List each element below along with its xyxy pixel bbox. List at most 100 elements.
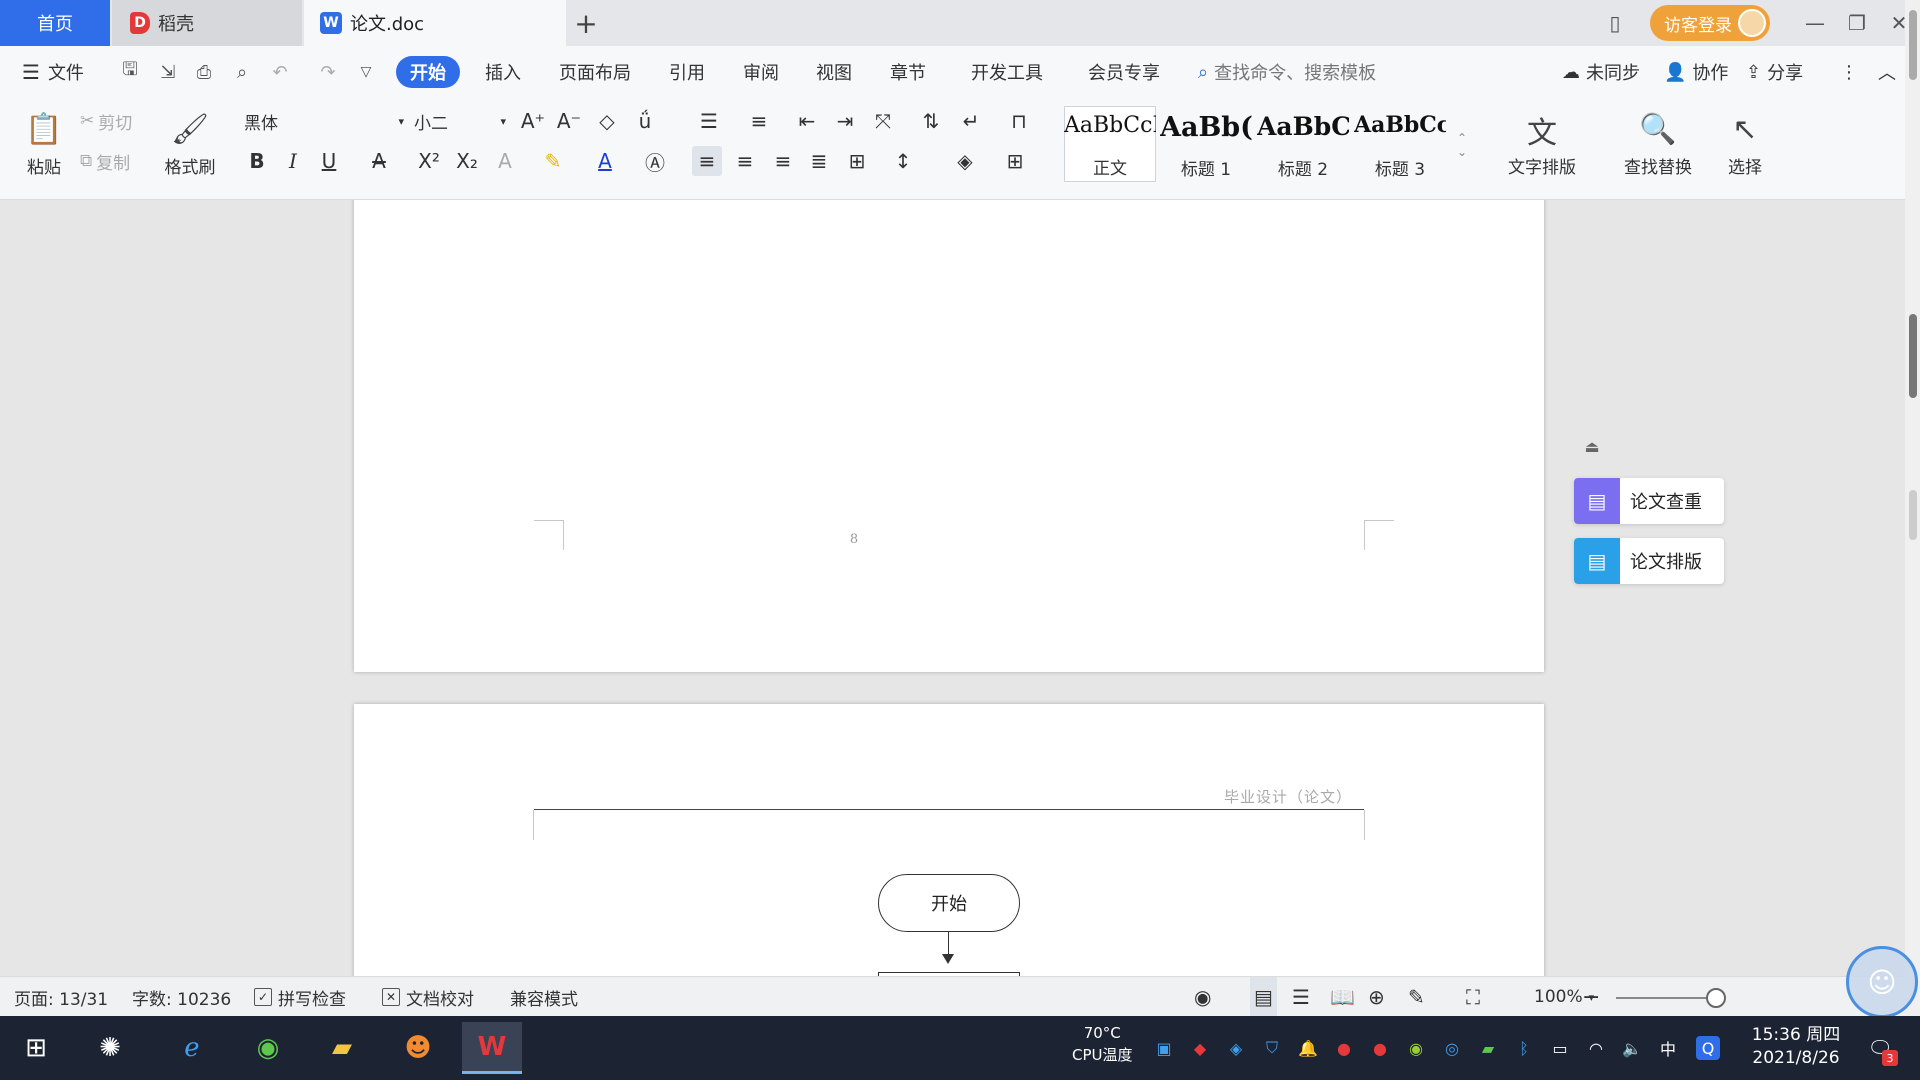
strikethrough-icon[interactable]: A <box>364 146 394 176</box>
tray-app-icon[interactable]: ▣ <box>1152 1036 1176 1060</box>
underline-icon[interactable]: U <box>314 146 344 176</box>
redo-icon[interactable]: ↷ <box>314 58 342 86</box>
bell-icon[interactable]: 🔔 <box>1296 1036 1320 1060</box>
align-right-icon[interactable]: ≡ <box>768 146 798 176</box>
outline-view-icon[interactable]: ☰ <box>1292 977 1310 1017</box>
nvidia-icon[interactable]: ▰ <box>1476 1036 1500 1060</box>
login-button[interactable]: 访客登录 <box>1650 5 1770 41</box>
font-size-select[interactable]: 小二 ▾ <box>410 106 510 136</box>
minimize-icon[interactable]: — <box>1794 0 1836 46</box>
layout-icon[interactable]: ▯ <box>1594 0 1636 46</box>
numbered-list-icon[interactable]: ≡ <box>744 106 774 136</box>
flowchart-start-node[interactable]: 开始 <box>878 874 1020 932</box>
new-tab-button[interactable]: + <box>570 6 602 40</box>
find-replace-button[interactable]: 🔍 查找替换 <box>1610 106 1706 182</box>
bold-icon[interactable]: B <box>242 146 272 176</box>
tab-insert[interactable]: 插入 <box>485 56 521 88</box>
tab-page-layout[interactable]: 页面布局 <box>559 56 631 88</box>
copy-button[interactable]: ⧉ 复制 <box>80 146 130 176</box>
sync-status[interactable]: ☁ 未同步 <box>1562 56 1640 88</box>
collapse-ribbon-icon[interactable]: ︿ <box>1878 56 1896 88</box>
tab-start[interactable]: 开始 <box>396 56 460 88</box>
wps-writer-icon[interactable]: W <box>462 1022 522 1074</box>
tray-app-icon[interactable]: ◈ <box>1224 1036 1248 1060</box>
text-layout-button[interactable]: 文 文字排版 <box>1494 106 1590 182</box>
page[interactable]: 毕业设计（论文） 开始 <box>354 704 1544 976</box>
thesis-format-button[interactable]: ▤ 论文排版 <box>1574 538 1724 584</box>
document-area[interactable]: 8 毕业设计（论文） 开始 ⏏ ▤ 论文查重 ▤ 论文排版 <box>0 200 1905 976</box>
bullet-list-icon[interactable]: ☰ <box>694 106 724 136</box>
highlight-icon[interactable]: ✎ <box>538 146 568 176</box>
panel-collapse-icon[interactable]: ⏏ <box>1580 434 1604 458</box>
shading-icon[interactable]: ◈ <box>950 146 980 176</box>
wifi-icon[interactable]: ◠ <box>1584 1036 1608 1060</box>
tray-app-icon[interactable]: ◆ <box>1188 1036 1212 1060</box>
collaborate-button[interactable]: 👤 协作 <box>1664 56 1728 88</box>
thesis-check-button[interactable]: ▤ 论文查重 <box>1574 478 1724 524</box>
volume-icon[interactable]: 🔈 <box>1620 1036 1644 1060</box>
tab-member[interactable]: 会员专享 <box>1088 56 1160 88</box>
tab-developer[interactable]: 开发工具 <box>971 56 1043 88</box>
assistant-robot-icon[interactable]: ☺ <box>1846 946 1918 1018</box>
page[interactable]: 8 <box>354 200 1544 672</box>
app-pinwheel-icon[interactable]: ✺ <box>80 1022 140 1074</box>
doc-proof-button[interactable]: ✕ 文档校对 <box>382 977 474 1017</box>
green-browser-icon[interactable]: ◉ <box>238 1022 298 1074</box>
tray-app-icon[interactable]: ● <box>1332 1036 1356 1060</box>
text-effect-icon[interactable]: A <box>490 146 520 176</box>
tab-document[interactable]: W 论文.doc <box>304 0 566 46</box>
sort-icon[interactable]: ⇅ <box>916 106 946 136</box>
search-command-box[interactable]: ⌕ 查找命令、搜索模板 <box>1198 56 1376 88</box>
subscript-icon[interactable]: X₂ <box>452 146 482 176</box>
cut-button[interactable]: ✂ 剪切 <box>80 106 132 136</box>
shield-icon[interactable]: ⛉ <box>1260 1036 1284 1060</box>
ime-indicator[interactable]: 中 <box>1656 1036 1680 1060</box>
save-icon[interactable]: 🖫 <box>116 58 144 86</box>
font-name-select[interactable]: 黑体 ▾ <box>240 106 408 136</box>
scroll-thumb[interactable] <box>1909 490 1917 540</box>
decrease-indent-icon[interactable]: ⇤ <box>792 106 822 136</box>
write-mode-icon[interactable]: ✎ <box>1408 977 1425 1017</box>
eye-protect-icon[interactable]: ◉ <box>1194 977 1211 1017</box>
style-normal[interactable]: AaBbCcI 正文 <box>1064 106 1156 182</box>
tray-app-icon[interactable]: ◎ <box>1440 1036 1464 1060</box>
share-button[interactable]: ⇪ 分享 <box>1746 56 1803 88</box>
font-color-icon[interactable]: A <box>590 146 620 176</box>
chinese-layout-icon[interactable]: ⤧ <box>868 106 898 136</box>
paste-button[interactable]: 📋 粘贴 <box>16 106 72 182</box>
phonetic-icon[interactable]: ǘ <box>630 106 660 136</box>
style-heading-2[interactable]: AaBbC 标题 2 <box>1257 106 1349 182</box>
distributed-icon[interactable]: ⊞ <box>842 146 872 176</box>
decrease-font-icon[interactable]: A⁻ <box>554 106 584 136</box>
more-icon[interactable]: ⋮ <box>1840 56 1858 88</box>
restore-icon[interactable]: ❐ <box>1836 0 1878 46</box>
increase-indent-icon[interactable]: ⇥ <box>830 106 860 136</box>
format-painter-button[interactable]: 🖌 格式刷 <box>160 106 220 182</box>
borders-icon[interactable]: ⊞ <box>1000 146 1030 176</box>
clear-format-icon[interactable]: ◇ <box>592 106 622 136</box>
scroll-thumb[interactable] <box>1909 10 1917 80</box>
style-heading-1[interactable]: AaBb( 标题 1 <box>1160 106 1252 182</box>
tab-stops-icon[interactable]: ⊓ <box>1004 106 1034 136</box>
spell-check-button[interactable]: ✓ 拼写检查 <box>254 977 346 1017</box>
clock[interactable]: 15:36 周四 2021/8/26 <box>1748 1024 1844 1070</box>
zoom-out-icon[interactable]: − <box>1582 977 1600 1017</box>
tab-view[interactable]: 视图 <box>816 56 852 88</box>
bluetooth-icon[interactable]: ᛒ <box>1512 1036 1536 1060</box>
italic-icon[interactable]: I <box>278 146 308 176</box>
fit-page-icon[interactable]: ⛶ <box>1466 977 1480 1017</box>
file-menu[interactable]: ☰ 文件 <box>22 56 84 88</box>
align-center-icon[interactable]: ≡ <box>730 146 760 176</box>
tab-review[interactable]: 审阅 <box>743 56 779 88</box>
customize-chevron-icon[interactable]: ▽ <box>352 58 380 86</box>
char-border-icon[interactable]: Ⓐ <box>640 146 670 176</box>
tab-daoke[interactable]: D 稻壳 <box>112 0 302 46</box>
align-left-icon[interactable]: ≡ <box>692 146 722 176</box>
undo-icon[interactable]: ↶ <box>266 58 294 86</box>
output-icon[interactable]: ⇲ <box>154 58 182 86</box>
tray-app-icon[interactable]: Q <box>1696 1036 1720 1060</box>
tray-app-icon[interactable]: ◉ <box>1404 1036 1428 1060</box>
web-view-icon[interactable]: ⊕ <box>1368 977 1385 1017</box>
cpu-temp-widget[interactable]: 70°C CPU温度 <box>1072 1022 1133 1066</box>
line-spacing-icon[interactable]: ↕ <box>888 146 918 176</box>
